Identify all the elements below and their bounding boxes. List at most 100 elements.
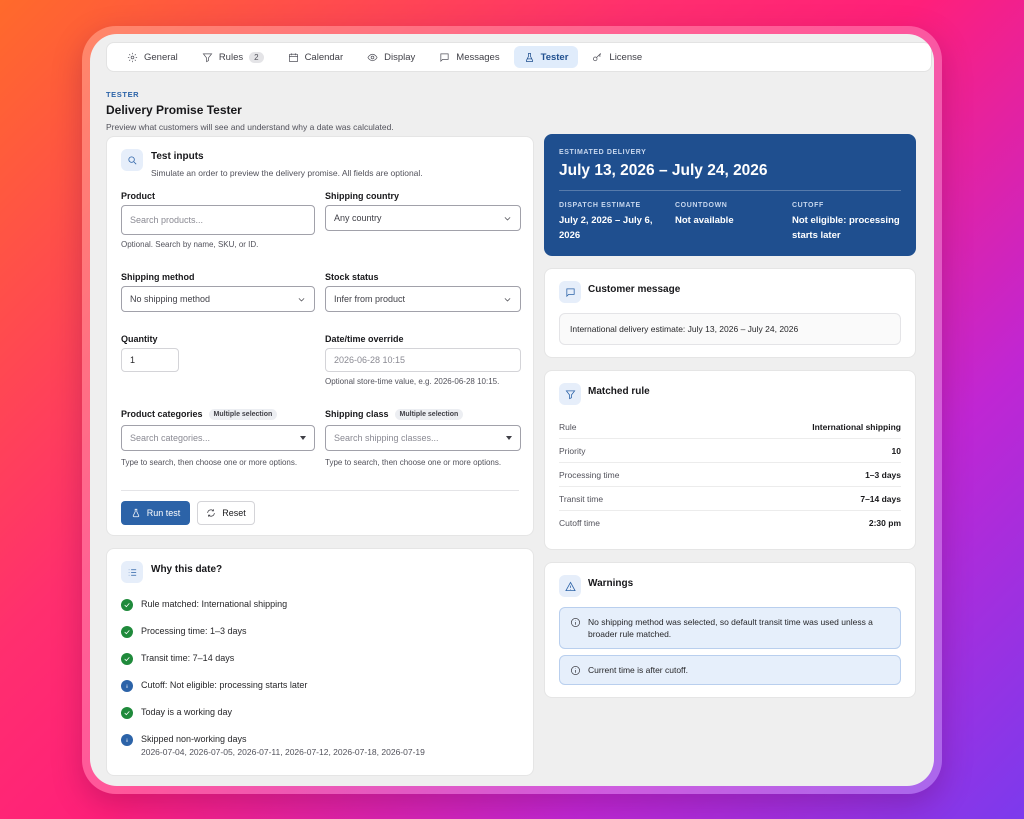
why-item-text: Cutoff: Not eligible: processing starts …: [141, 680, 308, 690]
tab-tester[interactable]: Tester: [513, 46, 579, 68]
tab-license[interactable]: License: [582, 46, 652, 68]
product-categories-input[interactable]: Search categories...: [121, 425, 315, 451]
test-inputs-icon-box: [121, 149, 143, 171]
matched-rule-title: Matched rule: [588, 386, 650, 397]
message-icon: [440, 52, 449, 62]
rule-row: Rule International shipping: [559, 415, 901, 439]
why-item: Skipped non-working days 2026-07-04, 202…: [121, 734, 425, 757]
why-this-date-card: Why this date? Rule matched: Internation…: [106, 548, 534, 776]
shipping-country-label: Shipping country: [325, 191, 399, 201]
button-label: Reset: [222, 508, 246, 518]
why-item-text: Skipped non-working days: [141, 734, 247, 744]
quantity-label: Quantity: [121, 334, 158, 344]
search-icon: [127, 155, 136, 164]
tab-calendar[interactable]: Calendar: [278, 46, 354, 68]
tab-label: Messages: [456, 51, 500, 63]
placeholder-text: Search shipping classes...: [334, 433, 439, 443]
rule-row: Transit time 7–14 days: [559, 487, 901, 511]
list-icon: [128, 568, 136, 576]
customer-message-icon-box: [559, 281, 581, 303]
tab-messages[interactable]: Messages: [429, 46, 509, 68]
why-item: Today is a working day: [121, 707, 232, 719]
datetime-override-label: Date/time override: [325, 334, 404, 344]
shipping-method-label: Shipping method: [121, 272, 195, 282]
app-screen: General Rules 2 Calendar Display Message…: [90, 34, 934, 786]
rule-value: 1–3 days: [865, 469, 901, 480]
customer-message-title: Customer message: [588, 284, 681, 295]
product-categories-label: Product categories Multiple selection: [121, 409, 278, 420]
page-subtitle: Preview what customers will see and unde…: [106, 122, 394, 132]
why-item-text: Rule matched: International shipping: [141, 599, 288, 609]
product-search-input[interactable]: Search products...: [121, 205, 315, 235]
reset-button[interactable]: Reset: [197, 501, 255, 525]
test-inputs-card: Test inputs Simulate an order to preview…: [106, 136, 534, 536]
why-item: Rule matched: International shipping: [121, 599, 287, 611]
shipping-method-select[interactable]: No shipping method: [121, 286, 315, 312]
shipping-class-input[interactable]: Search shipping classes...: [325, 425, 521, 451]
dispatch-estimate-value: July 2, 2026 – July 6, 2026: [559, 215, 653, 241]
tab-rules[interactable]: Rules 2: [192, 46, 274, 68]
gear-icon: [127, 52, 138, 62]
customer-message-card: Customer message International delivery …: [544, 268, 916, 358]
countdown-label: COUNTDOWN: [675, 202, 728, 209]
matched-rule-card: Matched rule Rule International shipping…: [544, 370, 916, 550]
rule-key: Transit time: [559, 493, 604, 504]
refresh-icon: [207, 509, 215, 517]
stock-status-select[interactable]: Infer from product: [325, 286, 521, 312]
datetime-override-input[interactable]: 2026-06-28 10:15: [325, 348, 521, 372]
run-test-button[interactable]: Run test: [121, 501, 190, 525]
rules-count-badge: 2: [249, 51, 264, 63]
info-circle-icon: [570, 665, 581, 676]
rule-key: Priority: [559, 445, 586, 456]
rule-row: Processing time 1–3 days: [559, 463, 901, 487]
key-icon: [593, 52, 602, 61]
estimated-delivery-label: ESTIMATED DELIVERY: [559, 149, 647, 156]
why-item: Transit time: 7–14 days: [121, 653, 234, 665]
cutoff-value: Not eligible: processing starts later: [792, 215, 900, 241]
info-circle-icon: [570, 617, 581, 628]
stock-status-label: Stock status: [325, 272, 379, 282]
tab-label: Rules: [218, 51, 244, 63]
matched-rule-icon-box: [559, 383, 581, 405]
button-label: Run test: [146, 508, 181, 518]
label-text: Product categories: [121, 409, 203, 419]
info-circle-icon: [121, 680, 133, 692]
form-divider: [121, 490, 519, 491]
product-help: Optional. Search by name, SKU, or ID.: [121, 240, 259, 249]
skipped-dates: 2026-07-04, 2026-07-05, 2026-07-11, 2026…: [141, 747, 425, 757]
shipping-country-select[interactable]: Any country: [325, 205, 521, 231]
flask-icon: [132, 508, 140, 518]
check-circle-icon: [121, 626, 133, 638]
warnings-icon-box: [559, 575, 581, 597]
warning-item: No shipping method was selected, so defa…: [559, 607, 901, 649]
class-help: Type to search, then choose one or more …: [325, 458, 502, 467]
quantity-input[interactable]: 1: [121, 348, 179, 372]
why-item-text: Transit time: 7–14 days: [141, 653, 235, 663]
page-title: Delivery Promise Tester: [106, 103, 242, 117]
rule-key: Rule: [559, 421, 577, 432]
tab-general[interactable]: General: [117, 46, 188, 68]
check-circle-icon: [121, 707, 133, 719]
tab-display[interactable]: Display: [357, 46, 425, 68]
rule-value: 10: [891, 445, 901, 456]
warnings-title: Warnings: [588, 578, 634, 589]
caret-down-icon: [506, 436, 512, 440]
rule-value: 2:30 pm: [868, 518, 901, 528]
why-title: Why this date?: [151, 564, 223, 575]
select-value: No shipping method: [130, 294, 211, 304]
select-value: Infer from product: [334, 294, 406, 304]
why-item-body: Skipped non-working days 2026-07-04, 202…: [141, 734, 425, 757]
placeholder-text: Search categories...: [130, 433, 211, 443]
why-item-text: Today is a working day: [141, 707, 233, 717]
warning-triangle-icon: [564, 581, 576, 591]
warning-item: Current time is after cutoff.: [559, 655, 901, 685]
label-text: Shipping class: [325, 409, 389, 419]
rule-key: Cutoff time: [559, 518, 600, 528]
tab-label: Calendar: [304, 51, 344, 63]
warnings-card: Warnings No shipping method was selected…: [544, 562, 916, 698]
rule-value: International shipping: [812, 421, 901, 432]
test-inputs-subtitle: Simulate an order to preview the deliver…: [151, 168, 423, 178]
chevron-down-icon: [503, 295, 512, 304]
message-icon: [565, 287, 575, 297]
rule-key: Processing time: [559, 469, 620, 480]
